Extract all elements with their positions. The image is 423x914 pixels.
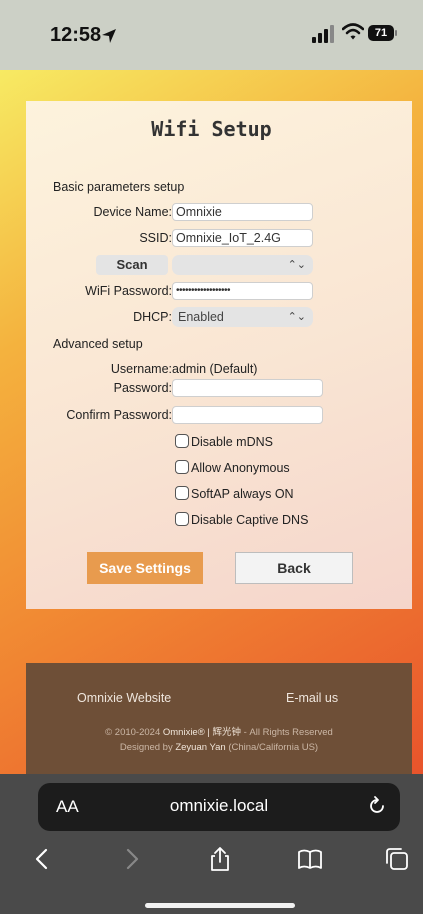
device-name-label: Device Name:	[93, 205, 173, 219]
back-nav-icon[interactable]	[28, 845, 56, 873]
softap-always-on-label: SoftAP always ON	[191, 487, 294, 501]
tabs-icon[interactable]	[383, 845, 411, 873]
battery-icon: 71	[368, 25, 398, 41]
copyright-suffix: - All Rights Reserved	[243, 727, 333, 738]
dhcp-select[interactable]: Enabled ⌃⌄	[172, 307, 313, 327]
disable-mdns-checkbox[interactable]	[175, 434, 189, 448]
wifi-password-label: WiFi Password:	[85, 284, 172, 298]
email-link[interactable]: E-mail us	[286, 691, 338, 705]
softap-always-on-checkbox[interactable]	[175, 486, 189, 500]
cellular-signal-icon	[312, 25, 334, 43]
select-chevron-icon: ⌃⌄	[287, 311, 306, 323]
copyright-brand: Omnixie® | 辉光钟	[162, 727, 241, 738]
site-footer	[26, 663, 412, 774]
basic-setup-heading: Basic parameters setup	[53, 180, 185, 194]
designed-prefix: Designed by	[119, 742, 173, 753]
location-arrow-icon	[102, 29, 116, 43]
designer-line: Designed by Zeyuan Yan (China/California…	[26, 742, 412, 753]
select-chevron-icon: ⌃⌄	[287, 259, 306, 271]
designer-location: (China/California US)	[228, 742, 319, 753]
reload-icon[interactable]	[366, 795, 388, 817]
status-bar: 12:58 71	[0, 0, 423, 70]
back-button[interactable]: Back	[235, 552, 353, 584]
disable-mdns-label: Disable mDNS	[191, 435, 273, 449]
battery-level: 71	[374, 27, 388, 39]
copyright-prefix: © 2010-2024	[105, 727, 161, 738]
allow-anonymous-label: Allow Anonymous	[191, 461, 290, 475]
dhcp-value: Enabled	[178, 310, 224, 324]
copyright-line: © 2010-2024 Omnixie® | 辉光钟 - All Rights …	[26, 724, 412, 738]
network-select[interactable]: ⌃⌄	[172, 255, 313, 275]
setup-card	[26, 101, 412, 609]
page-title: Wifi Setup	[151, 117, 272, 141]
scan-button[interactable]: Scan	[96, 255, 168, 275]
share-icon[interactable]	[206, 845, 234, 873]
username-label: Username:	[110, 362, 172, 376]
wifi-password-input[interactable]: ••••••••••••••••••	[172, 282, 313, 300]
advanced-setup-heading: Advanced setup	[53, 337, 143, 351]
ssid-label: SSID:	[139, 231, 172, 245]
forward-nav-icon[interactable]	[118, 845, 146, 873]
bookmarks-icon[interactable]	[296, 845, 324, 873]
device-name-input[interactable]: Omnixie	[172, 203, 313, 221]
password-label: Password:	[113, 381, 172, 395]
save-settings-button[interactable]: Save Settings	[87, 552, 203, 584]
ssid-input[interactable]: Omnixie_IoT_2.4G	[172, 229, 313, 247]
designer-name: Zeyuan Yan	[175, 742, 226, 753]
status-time: 12:58	[50, 24, 102, 46]
password-input[interactable]	[172, 379, 323, 397]
disable-captive-dns-checkbox[interactable]	[175, 512, 189, 526]
confirm-password-input[interactable]	[172, 406, 323, 424]
allow-anonymous-checkbox[interactable]	[175, 460, 189, 474]
dhcp-label: DHCP:	[133, 310, 172, 324]
website-link[interactable]: Omnixie Website	[77, 691, 171, 705]
url-text[interactable]: omnixie.local	[38, 796, 400, 816]
home-indicator	[145, 903, 295, 908]
disable-captive-dns-label: Disable Captive DNS	[191, 513, 309, 527]
username-value: admin (Default)	[172, 362, 258, 376]
confirm-password-label: Confirm Password:	[66, 408, 172, 422]
wifi-icon	[342, 23, 364, 40]
